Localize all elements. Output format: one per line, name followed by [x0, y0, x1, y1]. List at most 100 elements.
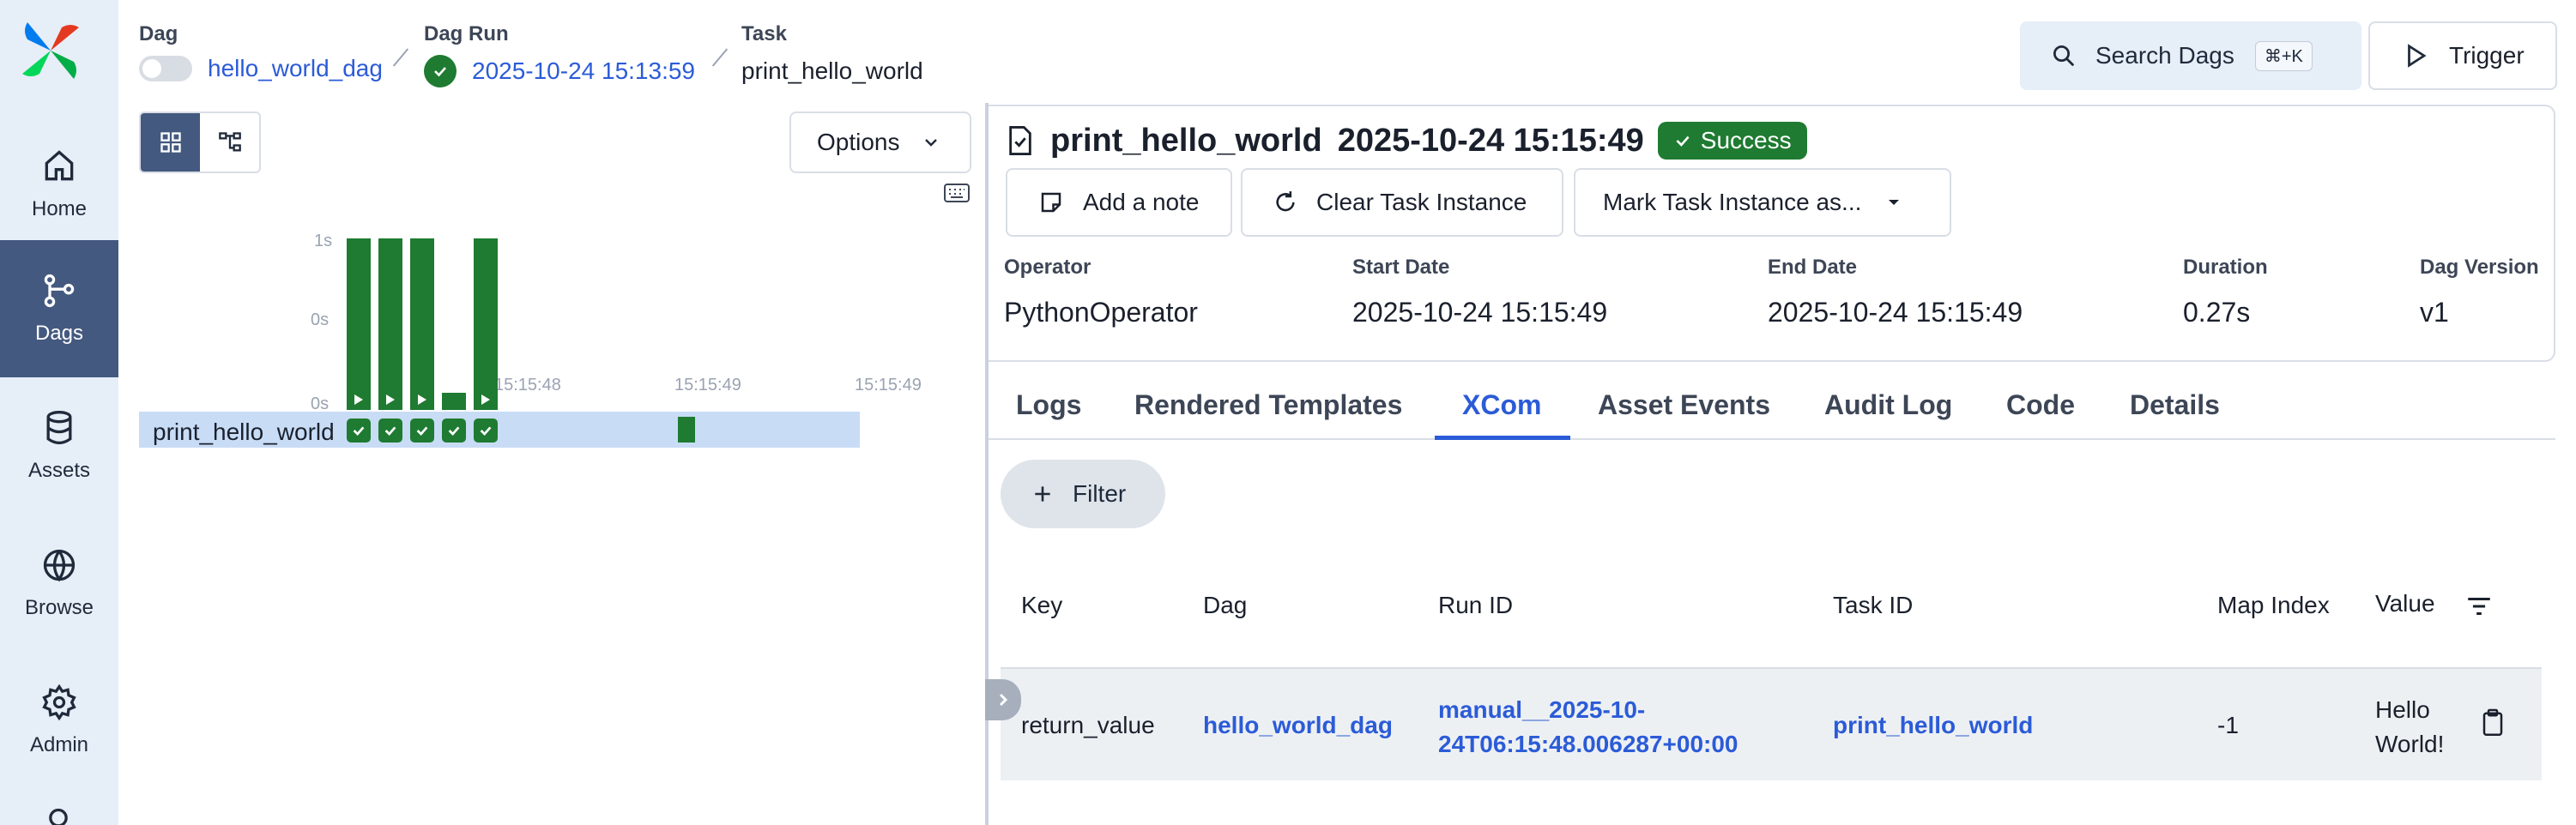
refresh-icon: [1276, 191, 1295, 212]
detail-value-start-date: 2025-10-24 15:15:49: [1352, 297, 1608, 328]
tab-audit-log[interactable]: Audit Log: [1824, 389, 1952, 421]
detail-label-start-date: Start Date: [1352, 256, 1450, 279]
copy-clipboard-icon[interactable]: [2480, 708, 2506, 738]
tab-details[interactable]: Details: [2130, 389, 2220, 421]
nav-item-dags[interactable]: Dags: [0, 240, 118, 377]
breadcrumb-dag-label: Dag: [139, 22, 178, 45]
task-instance-cell[interactable]: [410, 419, 434, 443]
task-instance-cell[interactable]: [474, 419, 498, 443]
column-header-dag[interactable]: Dag: [1203, 592, 1247, 619]
x-tick: 15:15:49: [855, 376, 922, 394]
nav-item-assets[interactable]: Assets: [0, 377, 118, 515]
grid-view-button[interactable]: [141, 113, 200, 172]
task-instance-title: print_hello_world 2025-10-24 15:15:49 Su…: [1006, 122, 1807, 160]
search-dags-button[interactable]: Search Dags ⌘+K: [2020, 21, 2361, 90]
check-icon: [384, 426, 396, 437]
tab-logs[interactable]: Logs: [1016, 389, 1081, 421]
mark-task-instance-dropdown[interactable]: Mark Task Instance as...: [1574, 168, 1951, 237]
user-icon[interactable]: [39, 804, 77, 825]
column-header-key[interactable]: Key: [1021, 592, 1062, 619]
run-duration-bar[interactable]: [378, 238, 402, 410]
expand-row-button[interactable]: [985, 679, 1021, 720]
options-button[interactable]: Options: [789, 111, 971, 173]
status-badge: Success: [1657, 122, 1807, 160]
run-duration-bar[interactable]: [410, 238, 434, 410]
breadcrumb-task: Task print_hello_world: [741, 22, 923, 87]
dags-icon: [44, 274, 75, 308]
cell-dag-link[interactable]: hello_world_dag: [1203, 712, 1393, 739]
active-tab-indicator: [1435, 436, 1570, 440]
column-header-map-index[interactable]: Map Index: [2217, 592, 2330, 619]
nav-item-admin[interactable]: Admin: [0, 652, 118, 789]
cell-key: return_value: [1021, 712, 1155, 738]
task-icon: [1009, 126, 1031, 155]
column-header-value[interactable]: Value: [2375, 590, 2435, 617]
breadcrumb-separator: [711, 48, 729, 67]
tab-xcom[interactable]: XCom: [1462, 389, 1541, 421]
column-filter-icon[interactable]: [2464, 593, 2494, 619]
options-label: Options: [817, 129, 900, 155]
check-icon: [353, 426, 365, 437]
breadcrumb-dag-link[interactable]: hello_world_dag: [208, 55, 383, 82]
search-icon: [2053, 45, 2075, 67]
home-icon: [45, 150, 74, 181]
mark-task-instance-label: Mark Task Instance as...: [1603, 189, 1862, 215]
cell-run-id-line: manual__2025-10-: [1438, 696, 1646, 723]
airflow-logo-icon[interactable]: [19, 19, 82, 82]
column-header-run-id[interactable]: Run ID: [1438, 592, 1513, 619]
cell-run-id-link[interactable]: manual__2025-10- 24T06:15:48.006287+00:0…: [1438, 693, 1738, 762]
check-icon: [416, 426, 428, 437]
task-instance-cell[interactable]: [347, 419, 371, 443]
manual-run-icon: [418, 394, 426, 405]
detail-label-dag-version: Dag Version: [2420, 256, 2539, 279]
task-instance-timestamp: 2025-10-24 15:15:49: [1337, 122, 1644, 159]
run-duration-bar[interactable]: [474, 238, 498, 410]
chevron-down-icon: [924, 139, 937, 147]
breadcrumb-run-link[interactable]: 2025-10-24 15:13:59: [472, 57, 695, 85]
gear-icon: [42, 683, 76, 721]
tab-asset-events[interactable]: Asset Events: [1598, 389, 1770, 421]
manual-run-icon: [481, 394, 490, 405]
tab-code[interactable]: Code: [2006, 389, 2075, 421]
check-icon: [1676, 135, 1690, 147]
app-root: Home Dags Assets Browse Admin Dag hello_…: [0, 0, 2576, 825]
breadcrumb-task-value: print_hello_world: [741, 57, 923, 84]
task-instance-cell[interactable]: [378, 419, 402, 443]
clear-task-instance-button[interactable]: Clear Task Instance: [1241, 168, 1563, 237]
database-icon: [46, 411, 72, 445]
clear-task-instance-label: Clear Task Instance: [1316, 189, 1527, 215]
dag-pause-toggle[interactable]: [139, 56, 192, 81]
add-note-label: Add a note: [1083, 189, 1200, 215]
trigger-button[interactable]: Trigger: [2368, 21, 2557, 90]
globe-icon: [43, 549, 76, 582]
add-note-button[interactable]: Add a note: [1006, 168, 1232, 237]
detail-label-end-date: End Date: [1768, 256, 1858, 279]
nav-item-home[interactable]: Home: [0, 120, 118, 249]
detail-value-dag-version: v1: [2420, 297, 2449, 328]
nav-item-browse[interactable]: Browse: [0, 515, 118, 652]
nav-item-label: Browse: [24, 596, 94, 619]
tab-rendered-templates[interactable]: Rendered Templates: [1134, 389, 1402, 421]
trigger-label: Trigger: [2449, 42, 2525, 69]
tab-bar-divider: [989, 438, 2555, 440]
task-instance-cell[interactable]: [442, 419, 466, 443]
graph-icon: [218, 132, 241, 152]
status-badge-label: Success: [1700, 127, 1792, 154]
keyboard-icon[interactable]: [944, 184, 970, 202]
cell-value: Hello World!: [2375, 693, 2444, 762]
filter-button[interactable]: Filter: [1001, 460, 1165, 528]
check-icon: [480, 426, 492, 437]
run-duration-bar[interactable]: [442, 393, 466, 410]
cell-task-id-link[interactable]: print_hello_world: [1833, 712, 2033, 739]
detail-label-operator: Operator: [1004, 256, 1091, 279]
check-icon: [448, 426, 460, 437]
task-row-name[interactable]: print_hello_world: [153, 419, 335, 446]
success-check-icon: [424, 55, 457, 87]
graph-view-button[interactable]: [200, 113, 259, 172]
detail-value-end-date: 2025-10-24 15:15:49: [1768, 297, 2023, 328]
breadcrumb-run: Dag Run 2025-10-24 15:13:59: [424, 22, 695, 87]
play-icon: [2408, 44, 2427, 68]
column-header-task-id[interactable]: Task ID: [1833, 592, 1913, 619]
gantt-bar[interactable]: [678, 417, 695, 443]
run-duration-bar[interactable]: [347, 238, 371, 410]
